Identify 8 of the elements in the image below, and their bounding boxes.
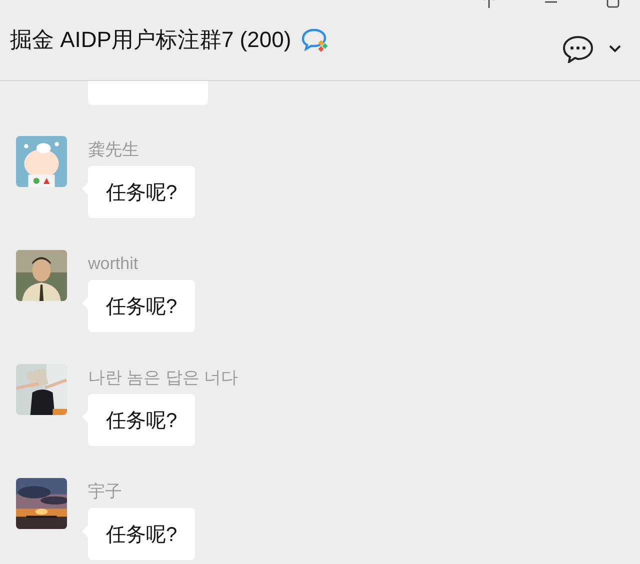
caret-icon[interactable] — [608, 44, 622, 54]
sender-name: 나란 놈은 답은 너다 — [88, 368, 238, 388]
chat-more-icon[interactable] — [562, 35, 594, 63]
sender-name: 龚先生 — [88, 140, 139, 160]
sender-name: worthit — [88, 254, 138, 274]
chat-title: 掘金 AIDP用户标注群7 (200) — [10, 26, 292, 54]
chat-bubble-icon — [301, 28, 330, 52]
sender-name: 宇子 — [88, 482, 122, 502]
